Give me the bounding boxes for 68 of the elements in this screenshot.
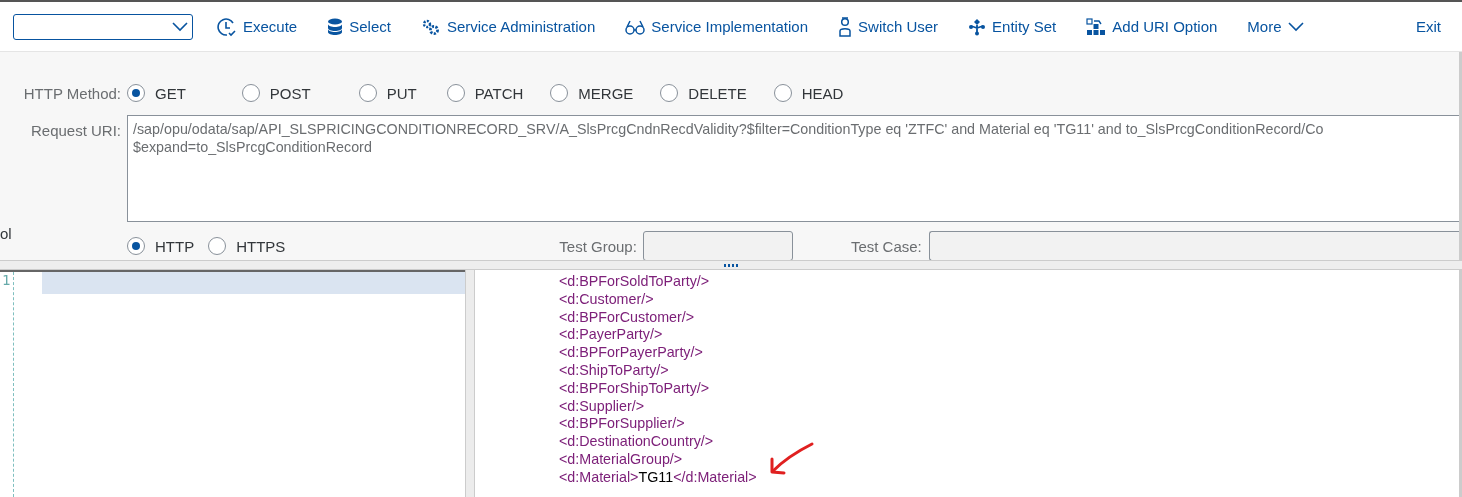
radio-button[interactable] — [773, 84, 792, 102]
method-option[interactable]: PATCH — [446, 84, 524, 102]
caret-icon — [1287, 21, 1304, 32]
toolbar-button[interactable]: Switch User — [838, 16, 939, 37]
method-option[interactable]: POST — [241, 84, 311, 102]
toolbar-button[interactable]: Entity Set — [968, 17, 1057, 36]
radio-button[interactable] — [127, 237, 145, 255]
method-option[interactable]: GET — [127, 84, 186, 102]
person-icon — [838, 16, 853, 37]
field-label: Request URI: — [29, 121, 122, 139]
xml-line: <d:BPForShipToParty/> — [559, 379, 710, 398]
xml-line: <d:DestinationCountry/> — [559, 433, 714, 451]
xml-line: <d:BPForPayerParty/> — [559, 344, 703, 362]
test-group-field[interactable] — [642, 231, 793, 261]
field-label: Test Case: — [850, 237, 922, 255]
method-option[interactable]: DELETE — [660, 84, 747, 102]
radio-label: POST — [269, 84, 311, 102]
xml-line: <d:Customer/> — [559, 290, 654, 309]
radio-button[interactable] — [208, 237, 227, 255]
xml-line: <d:BPForSoldToParty/> — [559, 273, 710, 291]
radio-label: HTTP — [155, 237, 195, 255]
xml-line: <d:BPForSupplier/> — [559, 415, 685, 434]
xml-line: <d:Material>TG11</d:Material> — [559, 468, 757, 487]
radio-button[interactable] — [550, 84, 569, 102]
toolbar-button[interactable]: Execute — [217, 16, 298, 37]
radio-button[interactable] — [358, 84, 377, 102]
more-menu-button[interactable]: More — [1247, 18, 1304, 35]
glasses-icon — [625, 18, 646, 35]
radio-label: DELETE — [688, 84, 747, 102]
radio-label: GET — [155, 84, 186, 102]
toolbar-button[interactable]: Add URI Option — [1086, 17, 1218, 36]
radio-label: HTTPS — [236, 237, 286, 255]
field-label: ol — [0, 225, 12, 242]
hierarchy-icon — [968, 17, 987, 36]
xml-line: <d:Supplier/> — [559, 397, 645, 416]
radio-label: PATCH — [474, 84, 524, 102]
toolbar-button[interactable]: Service Administration — [420, 17, 596, 36]
field-label: HTTP Method: — [22, 84, 122, 102]
toolbar-button[interactable]: Service Implementation — [625, 18, 809, 35]
field-label: Test Group: — [559, 237, 637, 255]
radio-button[interactable] — [446, 84, 465, 102]
clock-icon — [217, 16, 237, 37]
blocks-icon — [1086, 17, 1107, 36]
xml-line: <d:PayerParty/> — [559, 326, 663, 345]
radio-label: HEAD — [801, 84, 844, 102]
method-option[interactable]: MERGE — [550, 84, 634, 102]
radio-button[interactable] — [127, 84, 145, 102]
gears-icon — [420, 17, 441, 36]
method-option[interactable]: HEAD — [773, 84, 844, 102]
xml-line: <d:MaterialGroup/> — [559, 450, 683, 469]
radio-label: MERGE — [578, 84, 634, 102]
exit-button[interactable]: Exit — [1416, 18, 1441, 35]
method-option[interactable]: PUT — [358, 84, 417, 102]
radio-label: PUT — [386, 84, 417, 102]
caret-icon — [172, 21, 188, 32]
test-case-field[interactable] — [928, 231, 1459, 261]
line-number: 1 — [2, 272, 12, 288]
service-dropdown[interactable] — [13, 13, 193, 40]
xml-line: <d:BPForCustomer/> — [559, 308, 695, 327]
xml-line: <d:ShipToParty/> — [559, 362, 669, 380]
grip-icon — [724, 264, 738, 267]
database-icon — [327, 17, 344, 36]
radio-button[interactable] — [660, 84, 679, 102]
toolbar-button[interactable]: Select — [327, 17, 391, 36]
protocol-option[interactable]: HTTP — [127, 237, 195, 255]
request-uri-field[interactable]: /sap/opu/odata/sap/API_SLSPRICINGCONDITIONRECORD_SRV/A_SlsPrcgCndnRecdValidity?$filter=ConditionType eq 'ZTFC' and Material eq 'TG11' and to_SlsPrcgConditionRecord/Co $expand=to_SlsPrcgConditionRecord — [127, 115, 1459, 222]
radio-button[interactable] — [241, 84, 260, 102]
protocol-option[interactable]: HTTPS — [208, 237, 286, 255]
